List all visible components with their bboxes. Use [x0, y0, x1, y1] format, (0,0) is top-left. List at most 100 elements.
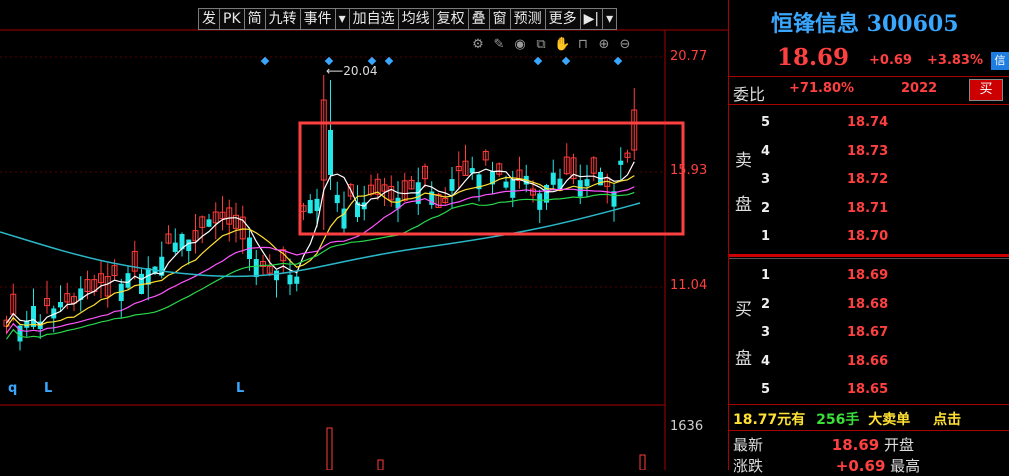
price: 18.74 — [847, 115, 889, 130]
candle-body-66 — [449, 179, 455, 191]
bids-row-4[interactable]: 4 18.66 — [729, 348, 1009, 376]
toolbar-item-14[interactable]: ▾ — [602, 8, 618, 30]
buy-button[interactable]: 买 — [969, 79, 1003, 101]
price: 18.65 — [847, 382, 889, 397]
price-percent: +3.83% — [927, 53, 983, 68]
volume-bar-0 — [326, 427, 333, 470]
quote-panel: 恒锋信息 300605 18.69 +0.69 +3.83% 信 委比 +71.… — [728, 0, 1009, 475]
weibi-num: 2022 — [901, 81, 938, 96]
divider — [729, 430, 1009, 431]
ma60-line — [0, 202, 641, 278]
divider — [729, 404, 1009, 405]
latest-value: 18.69 — [831, 436, 880, 454]
price-change: +0.69 — [869, 53, 912, 68]
candle-body-91 — [618, 160, 624, 165]
event-diamond-3 — [384, 56, 394, 66]
candle-body-3 — [24, 320, 30, 328]
asks-row-4[interactable]: 4 18.73 — [729, 138, 1009, 166]
candle-body-75 — [510, 179, 516, 198]
signal-mark-1: q — [8, 381, 18, 396]
weibi-label: 委比 — [733, 85, 766, 104]
price: 18.72 — [847, 172, 889, 187]
current-price: 18.69 — [777, 44, 850, 71]
drawing-tools: ⚙ ✎ ◉ ⧉ ✋ ⊓ ⊕ ⊖ — [470, 37, 633, 53]
bids-row-3[interactable]: 3 18.67 — [729, 319, 1009, 347]
candle-body-40 — [274, 270, 279, 281]
toolbar-item-11[interactable]: 预测 — [509, 8, 545, 30]
toolbar-item-0[interactable]: 发 — [198, 8, 219, 30]
price: 18.67 — [847, 325, 889, 340]
settings-icon[interactable]: ⚙ — [470, 37, 486, 53]
toolbar-item-7[interactable]: 均线 — [397, 8, 433, 30]
tick-type: 大卖单 — [868, 412, 911, 428]
toolbar-item-10[interactable]: 窗 — [488, 8, 510, 30]
toolbar-item-8[interactable]: 复权 — [432, 8, 468, 30]
toolbar-item-1[interactable]: PK — [219, 8, 244, 30]
kline-chart[interactable]: 发 PK 简九转 事件 ▾ 加自选 均线 复权叠窗预测 更多 ▶| ▾ ⚙ ✎ ◉ ⧉ ✋ ⊓ ⊕ … — [0, 0, 728, 470]
bids-row-1[interactable]: 1 18.69 — [729, 262, 1009, 290]
level: 4 — [761, 143, 771, 159]
hand-icon[interactable]: ✋ — [554, 37, 570, 53]
toolbar-item-2[interactable]: 简 — [243, 8, 265, 30]
toolbar-item-4[interactable]: 事件 — [299, 8, 335, 30]
high-price-marker: ⟵20.04 — [326, 64, 378, 78]
price: 18.68 — [847, 296, 889, 312]
tick-text: 元有 — [777, 412, 806, 428]
big-order-row[interactable]: 18.77元有 256手 大卖单 点击 — [733, 409, 961, 429]
price-label-high: 20.77 — [670, 49, 708, 64]
level: 3 — [761, 172, 771, 187]
candle-body-42 — [287, 274, 293, 285]
orderbook-divider-thin — [729, 258, 1009, 259]
copy-icon[interactable]: ⧉ — [533, 37, 549, 53]
candle-body-86 — [584, 179, 590, 187]
toolbar-item-5[interactable]: ▾ — [334, 8, 349, 30]
weibi-value: +71.80% — [789, 81, 855, 96]
level: 4 — [761, 353, 771, 369]
tick-volume: 256手 — [816, 412, 860, 428]
candle-body-25 — [172, 242, 178, 252]
price: 18.71 — [847, 200, 889, 216]
pen-icon[interactable]: ✎ — [491, 37, 507, 53]
candle-body-37 — [253, 259, 259, 278]
price-label-mid: 15.93 — [670, 163, 708, 178]
candle-body-90 — [611, 191, 617, 207]
event-diamond-4 — [533, 56, 543, 66]
zoom-out-icon[interactable]: ⊖ — [617, 37, 633, 53]
asks-row-5[interactable]: 5 18.74 — [729, 109, 1009, 137]
asks-row-3[interactable]: 3 18.72 — [729, 166, 1009, 194]
chart-toolbar: 发 PK 简九转 事件 ▾ 加自选 均线 复权叠窗预测 更多 ▶| ▾ — [198, 8, 618, 30]
toolbar-item-12[interactable]: 更多 — [544, 8, 580, 30]
tick-link[interactable]: 点击 — [933, 412, 961, 428]
signal-mark-2: L — [44, 381, 53, 396]
level: 2 — [761, 200, 771, 216]
eye-icon[interactable]: ◉ — [512, 37, 528, 53]
volume-bar-1 — [377, 459, 384, 470]
toolbar-item-6[interactable]: 加自选 — [348, 8, 398, 30]
toolbar-item-13[interactable]: ▶| — [579, 8, 603, 30]
event-diamond-6 — [613, 56, 623, 66]
tick-price: 18.77 — [733, 412, 778, 428]
zoom-in-icon[interactable]: ⊕ — [596, 37, 612, 53]
asks-row-2[interactable]: 2 18.71 — [729, 195, 1009, 223]
toolbar-item-9[interactable]: 叠 — [467, 8, 489, 30]
change-label: 涨跌 — [733, 457, 764, 475]
toolbar-item-3[interactable]: 九转 — [264, 8, 300, 30]
candle-body-8 — [58, 302, 63, 308]
event-diamond-0 — [260, 56, 270, 66]
credit-badge[interactable]: 信 — [991, 52, 1009, 70]
level: 2 — [761, 296, 771, 312]
price: 18.66 — [847, 353, 889, 369]
candle-body-48 — [328, 130, 333, 175]
event-diamond-5 — [561, 56, 571, 66]
price: 18.73 — [847, 143, 889, 159]
candle-body-23 — [159, 256, 165, 276]
lock-icon[interactable]: ⊓ — [575, 37, 591, 53]
candle-body-46 — [314, 198, 320, 212]
price: 18.70 — [847, 229, 889, 244]
bids-row-5[interactable]: 5 18.65 — [729, 376, 1009, 404]
bids-row-2[interactable]: 2 18.68 — [729, 291, 1009, 319]
volume-label: 1636 — [670, 419, 704, 434]
latest-label: 最新 — [733, 436, 764, 454]
asks-row-1[interactable]: 1 18.70 — [729, 223, 1009, 251]
level: 1 — [761, 268, 771, 283]
